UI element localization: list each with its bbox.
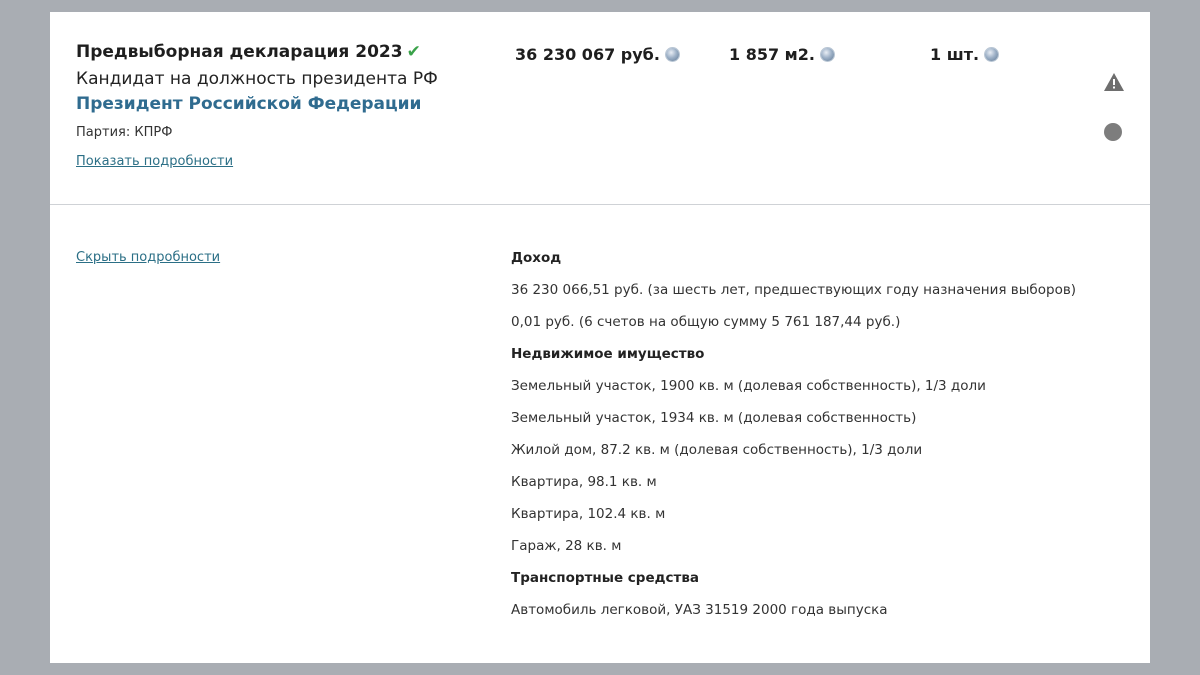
stat-area: 1 857 м2. (729, 45, 834, 64)
stat-income: 36 230 067 руб. (515, 45, 679, 64)
real-estate-item: Жилой дом, 87.2 кв. м (долевая собственн… (511, 442, 923, 458)
real-estate-item: Квартира, 102.4 кв. м (511, 506, 666, 522)
real-estate-title: Недвижимое имущество (511, 346, 705, 362)
hide-details-link[interactable]: Скрыть подробности (76, 250, 220, 265)
vehicles-title: Транспортные средства (511, 570, 699, 586)
info-icon[interactable] (820, 48, 834, 61)
stat-count-value: 1 шт. (930, 45, 980, 64)
declaration-card: Предвыборная декларация 2023 ✔ Кандидат н… (50, 12, 1150, 663)
income-item: 0,01 руб. (6 счетов на общую сумму 5 761… (511, 314, 901, 330)
info-icon[interactable] (665, 48, 679, 61)
stat-count: 1 шт. (930, 45, 999, 64)
position-title[interactable]: Президент Российской Федерации (76, 94, 421, 114)
real-estate-item: Гараж, 28 кв. м (511, 538, 622, 554)
real-estate-item: Квартира, 98.1 кв. м (511, 474, 657, 490)
real-estate-item: Земельный участок, 1934 кв. м (долевая с… (511, 410, 917, 426)
status-dot (1104, 123, 1122, 141)
stat-area-value: 1 857 м2. (729, 45, 815, 64)
income-item: 36 230 066,51 руб. (за шесть лет, предше… (511, 282, 1077, 298)
candidate-role: Кандидат на должность президента РФ (76, 69, 438, 89)
divider (50, 204, 1150, 205)
stat-income-value: 36 230 067 руб. (515, 45, 660, 64)
info-icon[interactable] (985, 48, 999, 61)
show-details-link[interactable]: Показать подробности (76, 154, 233, 169)
details-section: Доход 36 230 066,51 руб. (за шесть лет, … (511, 248, 1131, 632)
warning-icon[interactable] (1103, 72, 1125, 92)
declaration-title: Предвыборная декларация 2023 (76, 42, 403, 62)
income-title: Доход (511, 250, 562, 266)
party-label: Партия: КПРФ (76, 125, 173, 140)
checkmark-icon: ✔ (406, 42, 421, 62)
vehicle-item: Автомобиль легковой, УАЗ 31519 2000 года… (511, 602, 888, 618)
real-estate-item: Земельный участок, 1900 кв. м (долевая с… (511, 378, 986, 394)
declaration-title-row: Предвыборная декларация 2023 ✔ (76, 42, 421, 62)
